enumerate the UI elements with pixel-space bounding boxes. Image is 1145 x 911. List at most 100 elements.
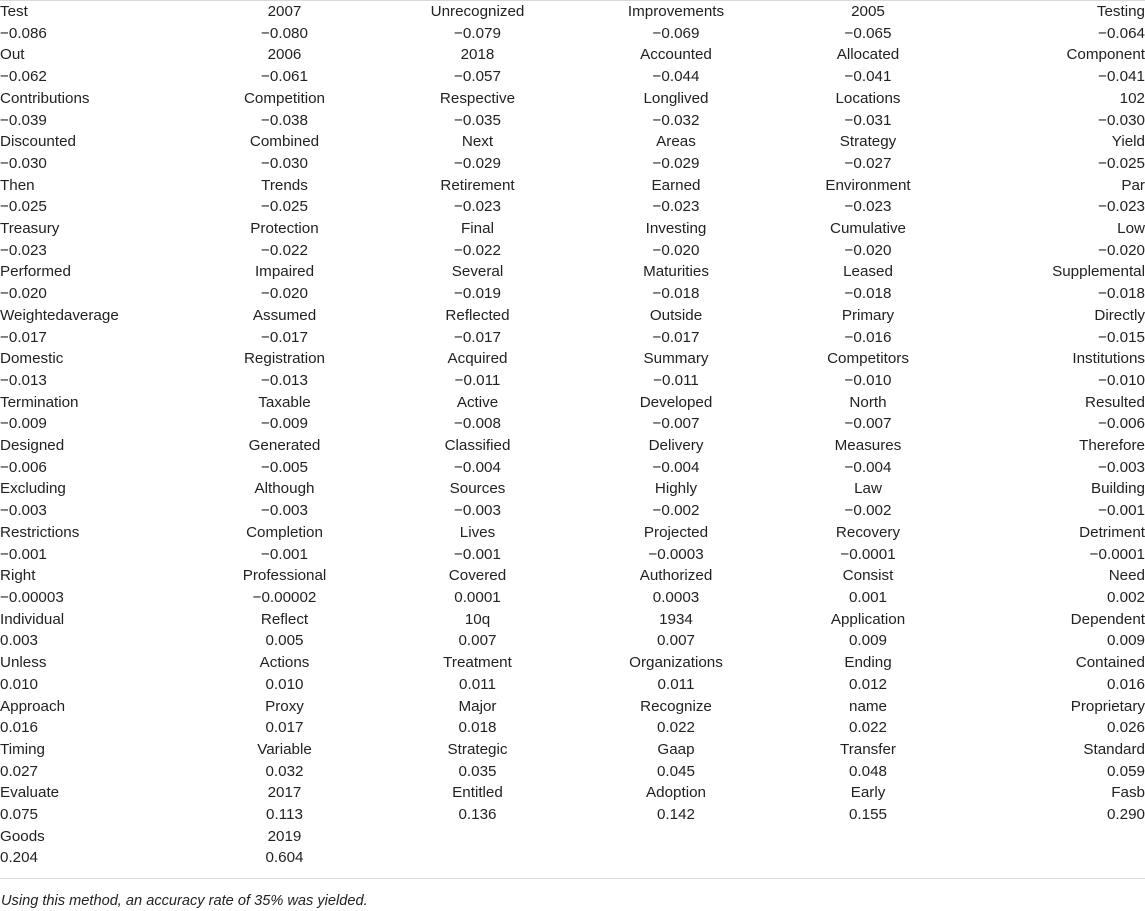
table-cell: Law [854,480,882,498]
table-cell: Trends [261,176,308,194]
table-cell: Performed [0,263,71,281]
table-cell: −0.030 [1098,111,1145,129]
table-row: −0.062 −0.061 −0.057 −0.044 −0.041 −0.041 [0,66,1145,88]
table-cell: 2006 [267,46,302,64]
table-cell: −0.029 [652,154,700,172]
table-cell: 0.604 [265,849,304,867]
table-cell: Projected [643,523,709,541]
table-cell: −0.020 [261,285,308,303]
table-cell: 102 [1119,89,1145,107]
table-row: −0.017 −0.017 −0.017 −0.017 −0.016 −0.015 [0,327,1145,349]
table-row: Then Trends Retirement Earned Environment Par [0,175,1145,197]
table-cell: Gaap [657,740,695,758]
table-row: Timing Variable Strategic Gaap Transfer Stand… [0,739,1145,761]
table-cell: 0.005 [265,632,304,650]
table-cell: −0.038 [261,111,308,129]
table-cell: −0.004 [454,458,501,476]
table-cell: −0.017 [454,328,501,346]
table-cell: −0.023 [0,241,47,259]
table-cell: Need [1108,567,1145,585]
table-cell: −0.013 [0,371,47,389]
table-cell: −0.025 [1098,154,1145,172]
table-row: Approach Proxy Major Recognize name Proprieta… [0,696,1145,718]
table-cell: Unless [0,654,47,672]
table-row: Discounted Combined Next Areas Strategy Yield [0,131,1145,153]
word-weight-table: Test 2007 Unrecognized Improvements 2005 Test… [0,1,1145,869]
table-cell: Fasb [1111,784,1145,802]
table-cell: Recognize [640,697,712,715]
table-cell [963,826,1145,848]
table-row: −0.030 −0.030 −0.029 −0.029 −0.027 −0.025 [0,153,1145,175]
table-row: −0.023 −0.022 −0.022 −0.020 −0.020 −0.020 [0,240,1145,262]
table-cell: Retirement [440,176,515,194]
table-cell: −0.086 [0,24,47,42]
table-cell: Discounted [0,133,76,151]
table-cell: −0.001 [0,545,47,563]
table-cell: −0.023 [844,198,892,216]
table-row: Excluding Although Sources Highly Law Buildin… [0,478,1145,500]
table-row: −0.013 −0.013 −0.011 −0.011 −0.010 −0.010 [0,370,1145,392]
table-cell: Acquired [447,350,508,368]
table-cell: Treasury [0,220,60,238]
table-cell: 0.0001 [454,588,501,606]
table-cell: Individual [0,610,65,628]
table-cell: −0.010 [1098,371,1145,389]
table-row: −0.086 −0.080 −0.079 −0.069 −0.065 −0.064 [0,23,1145,45]
table-cell: 0.010 [0,675,39,693]
table-cell: 0.016 [1106,675,1145,693]
table-cell [376,847,579,869]
table-cell: −0.064 [1098,24,1145,42]
table-cell: Designed [0,437,65,455]
table-cell: −0.018 [844,285,892,303]
table-cell: 0.0003 [652,588,700,606]
table-cell: Contained [1075,654,1145,672]
table-cell: −0.022 [261,241,308,259]
table-cell: Professional [242,567,327,585]
table-cell: −0.00003 [0,588,64,606]
table-row: −0.020 −0.020 −0.019 −0.018 −0.018 −0.018 [0,283,1145,305]
data-table-container: Test 2007 Unrecognized Improvements 2005 Test… [0,0,1145,869]
table-cell: Environment [825,176,911,194]
table-cell: −0.022 [454,241,501,259]
table-cell: −0.011 [454,371,501,389]
table-cell: Accounted [640,46,712,64]
table-cell: Recovery [835,523,901,541]
table-cell: 0.003 [0,632,39,650]
table-row: −0.039 −0.038 −0.035 −0.032 −0.031 −0.030 [0,110,1145,132]
table-cell: −0.006 [1098,415,1145,433]
table-row: Performed Impaired Several Maturities Leased… [0,261,1145,283]
table-row: 0.204 0.604 [0,847,1145,869]
table-cell: Par [1121,176,1145,194]
table-cell: −0.0003 [648,545,704,563]
table-cell: −0.002 [652,502,700,520]
table-cell: Allocated [836,46,900,64]
table-cell: Application [830,610,906,628]
table-cell: −0.006 [0,458,47,476]
table-cell: Primary [841,306,895,324]
table-cell: Developed [639,393,713,411]
table-cell: 0.017 [265,719,304,737]
table-row: Weightedaverage Assumed Reflected Outside Pr… [0,305,1145,327]
table-cell: 0.142 [656,806,695,824]
table-cell: −0.031 [844,111,892,129]
table-cell: −0.041 [1098,68,1145,86]
table-row: 0.016 0.017 0.018 0.022 0.022 0.026 [0,717,1145,739]
table-cell: 2017 [267,784,302,802]
table-cell: Test [0,3,28,20]
table-cell: Entitled [452,784,503,802]
table-cell: 0.035 [458,762,497,780]
table-row: 0.075 0.113 0.136 0.142 0.155 0.290 [0,804,1145,826]
table-cell: Goods [0,827,45,845]
table-cell: Component [1066,46,1145,64]
table-cell: Longlived [643,89,709,107]
table-cell: 10q [464,610,491,628]
table-cell: Actions [259,654,310,672]
table-cell: −0.080 [261,24,308,42]
table-cell: Improvements [627,3,725,20]
table-cell: 0.113 [266,806,303,824]
table-cell: Locations [835,89,901,107]
table-cell: −0.004 [652,458,700,476]
table-cell: 0.059 [1106,762,1145,780]
table-cell: 0.204 [0,849,39,867]
table-cell: Cumulative [830,220,906,238]
